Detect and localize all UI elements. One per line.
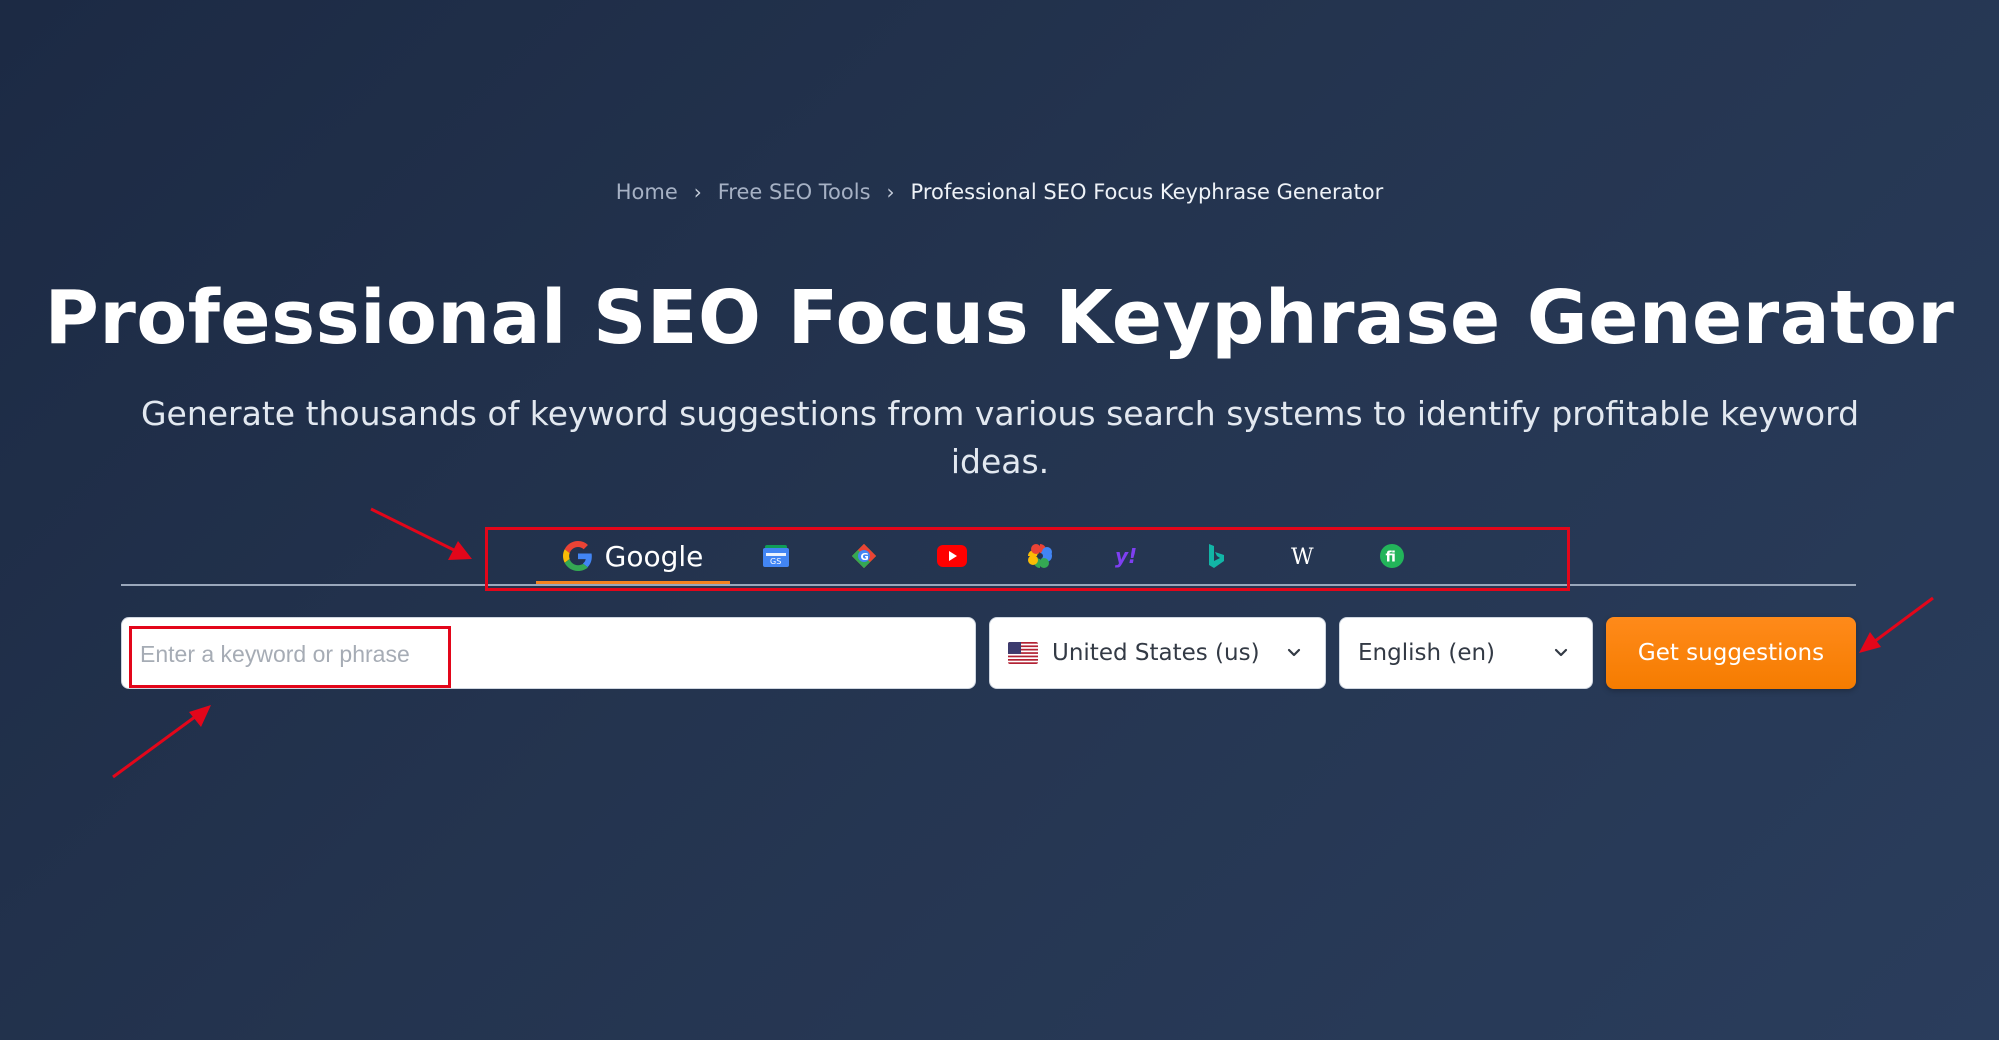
youtube-icon: [937, 545, 967, 567]
svg-text:y!: y!: [1115, 544, 1137, 568]
tab-google-news[interactable]: GS: [732, 530, 820, 582]
tab-bing[interactable]: [1172, 530, 1260, 582]
language-select-value: English (en): [1358, 640, 1496, 666]
svg-text:G: G: [861, 552, 869, 563]
us-flag-icon: [1008, 642, 1038, 664]
google-icon: [562, 541, 592, 571]
keyword-input-container: [121, 617, 976, 690]
search-engine-tabs: Google GS G y! W fi: [522, 530, 1522, 584]
tab-google-photos[interactable]: [996, 530, 1084, 582]
svg-text:fi: fi: [1386, 550, 1396, 566]
annotation-arrows: [112, 507, 1934, 779]
tab-google-shopping[interactable]: G: [820, 530, 908, 582]
breadcrumb: Home › Free SEO Tools › Professional SEO…: [0, 180, 1999, 204]
fi-icon: fi: [1380, 544, 1404, 568]
page-title: Professional SEO Focus Keyphrase Generat…: [44, 275, 1955, 361]
annotation-arrow-button: [1859, 596, 1934, 653]
wikipedia-icon: W: [1291, 545, 1314, 569]
chevron-down-icon: [1287, 648, 1301, 657]
get-suggestions-button[interactable]: Get suggestions: [1606, 617, 1856, 689]
breadcrumb-separator: ›: [693, 180, 702, 204]
tabs-divider: [121, 584, 1856, 586]
tab-wikipedia[interactable]: W: [1260, 530, 1348, 582]
bing-icon: [1209, 544, 1224, 568]
chevron-down-icon: [1554, 648, 1568, 657]
google-shopping-icon: G: [852, 544, 876, 568]
tab-fi[interactable]: fi: [1348, 530, 1436, 582]
breadcrumb-current: Professional SEO Focus Keyphrase Generat…: [910, 180, 1384, 204]
pinwheel-icon: [1028, 544, 1052, 568]
tab-google-label: Google: [604, 539, 704, 573]
svg-text:GS: GS: [770, 557, 781, 566]
google-news-icon: GS: [763, 545, 789, 567]
yahoo-icon: y!: [1115, 544, 1137, 568]
breadcrumb-separator: ›: [886, 180, 895, 204]
annotation-arrow-input: [112, 705, 211, 779]
country-select[interactable]: United States (us): [989, 617, 1326, 689]
annotation-arrow-tabs: [370, 507, 472, 560]
page-subtitle: Generate thousands of keyword suggestion…: [140, 394, 1860, 481]
country-select-value: United States (us): [1052, 640, 1260, 666]
language-select[interactable]: English (en): [1339, 617, 1593, 689]
hero-section: Home › Free SEO Tools › Professional SEO…: [0, 0, 1999, 1040]
tab-google[interactable]: Google: [522, 530, 732, 584]
keyword-input[interactable]: [138, 618, 962, 690]
breadcrumb-free-seo-tools-link[interactable]: Free SEO Tools: [718, 180, 871, 204]
breadcrumb-home-link[interactable]: Home: [616, 180, 678, 204]
tab-youtube[interactable]: [908, 530, 996, 582]
tab-yahoo[interactable]: y!: [1084, 530, 1172, 582]
svg-text:W: W: [1291, 545, 1314, 569]
